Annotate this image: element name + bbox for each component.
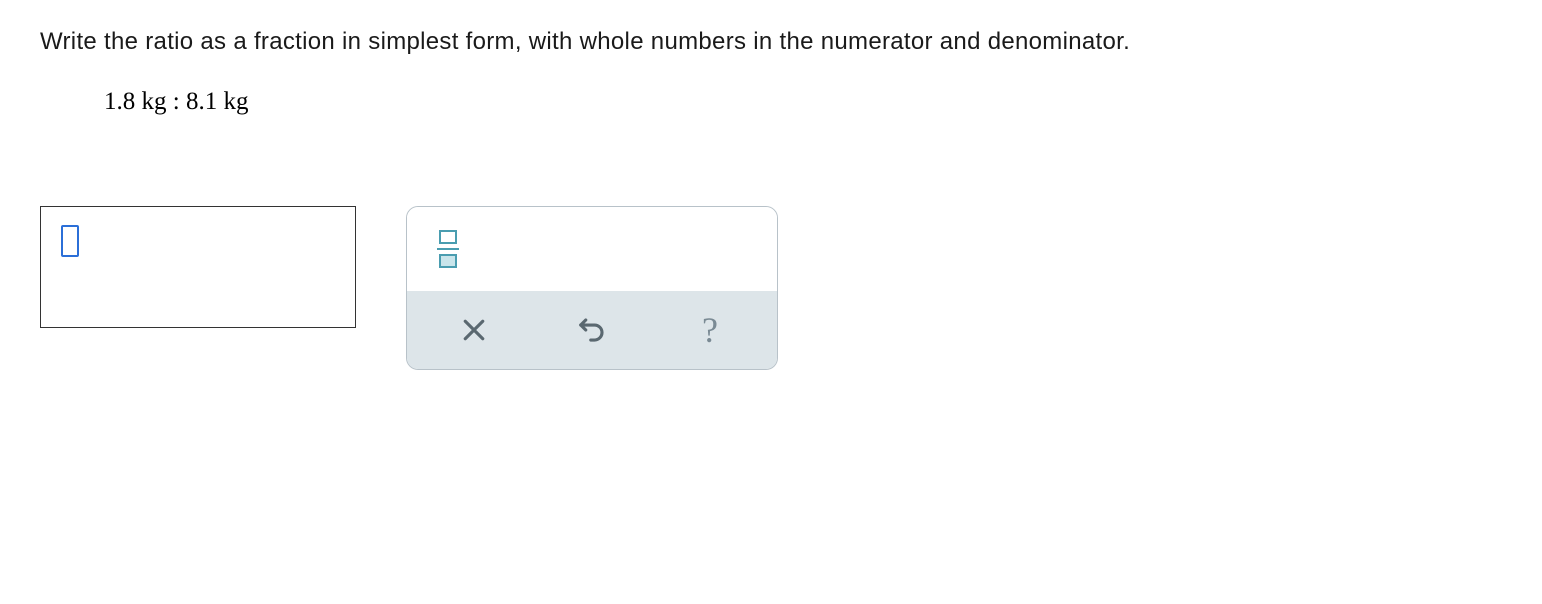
fraction-bar-icon (437, 248, 459, 250)
clear-button[interactable] (424, 305, 524, 355)
toolbox-action-row: ? (407, 291, 777, 369)
undo-button[interactable] (542, 305, 642, 355)
math-toolbox: ? (406, 206, 778, 370)
fraction-numerator-icon (439, 230, 457, 244)
question-ratio: 1.8 kg : 8.1 kg (104, 88, 1502, 116)
answer-input[interactable] (40, 206, 356, 328)
undo-icon (577, 315, 607, 345)
answer-cursor-placeholder (61, 225, 79, 257)
question-prompt: Write the ratio as a fraction in simples… (40, 28, 1502, 56)
close-icon (459, 315, 489, 345)
help-button[interactable]: ? (660, 305, 760, 355)
input-area: ? (40, 206, 1502, 370)
toolbox-insert-row (407, 207, 777, 291)
fraction-button[interactable] (435, 228, 461, 270)
fraction-denominator-icon (439, 254, 457, 268)
help-icon: ? (702, 309, 718, 351)
